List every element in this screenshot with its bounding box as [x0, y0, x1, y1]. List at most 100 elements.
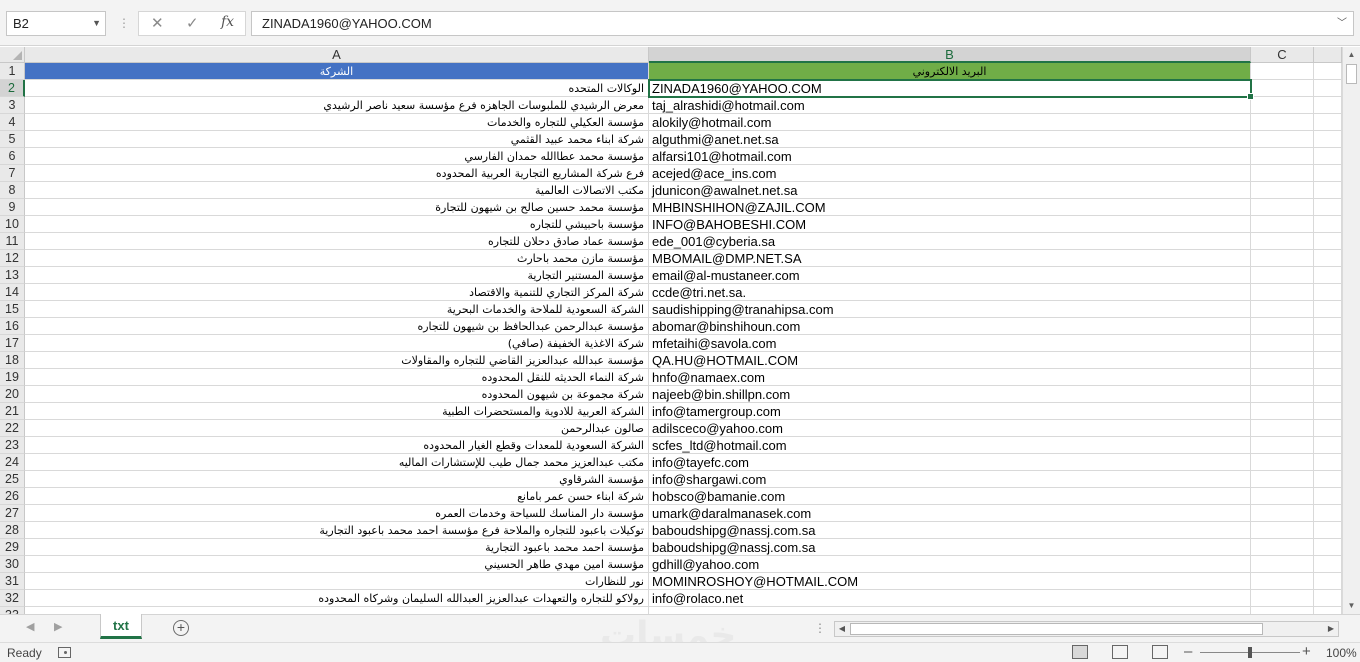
cell-company[interactable]: شركة النماء الحديثه للنقل المحدوده: [25, 369, 649, 386]
column-header-a[interactable]: A: [25, 47, 649, 63]
column-header-d[interactable]: [1314, 47, 1342, 63]
row-header[interactable]: 19: [0, 369, 25, 386]
cell-empty-c[interactable]: [1251, 420, 1314, 437]
formula-input[interactable]: ZINADA1960@YAHOO.COM ﹀: [251, 11, 1354, 36]
cell-empty-d[interactable]: [1314, 131, 1342, 148]
row-header[interactable]: 13: [0, 267, 25, 284]
cell-empty-d[interactable]: [1314, 539, 1342, 556]
cell-empty-c[interactable]: [1251, 114, 1314, 131]
vertical-scroll-thumb[interactable]: [1346, 64, 1357, 84]
row-header[interactable]: 18: [0, 352, 25, 369]
row-header[interactable]: 30: [0, 556, 25, 573]
cell-company[interactable]: مؤسسة احمد محمد باعبود التجارية: [25, 539, 649, 556]
row-header[interactable]: 31: [0, 573, 25, 590]
row-header[interactable]: 3: [0, 97, 25, 114]
cell-empty-c[interactable]: [1251, 233, 1314, 250]
cell-empty-c[interactable]: [1251, 488, 1314, 505]
cell-company[interactable]: شركة مجموعة بن شيهون المحدوده: [25, 386, 649, 403]
cell-company[interactable]: شركة ابناء حسن عمر بامانع: [25, 488, 649, 505]
row-header[interactable]: 17: [0, 335, 25, 352]
cell-company[interactable]: مؤسسة عبدالله عبدالعزيز القاضي للتجاره و…: [25, 352, 649, 369]
cell-empty-c[interactable]: [1251, 403, 1314, 420]
cell-empty-c[interactable]: [1251, 369, 1314, 386]
row-header[interactable]: 12: [0, 250, 25, 267]
cell-empty-d[interactable]: [1314, 505, 1342, 522]
horizontal-scrollbar[interactable]: ◀ ▶: [834, 621, 1339, 637]
cell-email[interactable]: MOMINROSHOY@HOTMAIL.COM: [649, 573, 1251, 590]
cell-email[interactable]: email@al-mustaneer.com: [649, 267, 1251, 284]
cell-company[interactable]: شركة الاغذية الخفيفة (صافي): [25, 335, 649, 352]
cell-empty-d[interactable]: [1314, 454, 1342, 471]
macro-record-icon[interactable]: [58, 647, 71, 658]
cell-empty-d[interactable]: [1314, 590, 1342, 607]
cell-empty-c[interactable]: [1251, 386, 1314, 403]
cancel-icon[interactable]: ✕: [151, 14, 164, 32]
row-header[interactable]: 24: [0, 454, 25, 471]
cell-company[interactable]: مؤسسة امين مهدي طاهر الحسيني: [25, 556, 649, 573]
cell-company[interactable]: مؤسسة عبدالرحمن عبدالحافظ بن شيهون للتجا…: [25, 318, 649, 335]
sheet-tab-txt[interactable]: txt: [100, 614, 142, 639]
cell-company[interactable]: مؤسسة باحبيشي للتجاره: [25, 216, 649, 233]
cell-company[interactable]: مكتب الاتصالات العالمية: [25, 182, 649, 199]
row-header[interactable]: 1: [0, 63, 25, 80]
row-header[interactable]: 25: [0, 471, 25, 488]
cell-company[interactable]: مؤسسة عماد صادق دحلان للتجاره: [25, 233, 649, 250]
row-header[interactable]: 22: [0, 420, 25, 437]
cell-empty-c[interactable]: [1251, 131, 1314, 148]
cell-empty-c[interactable]: [1251, 301, 1314, 318]
worksheet-grid[interactable]: A B C 1 الشركة البريد الالكتروني 2 الوكالات …: [0, 47, 1342, 614]
cell-empty-d[interactable]: [1314, 335, 1342, 352]
cell-empty-c[interactable]: [1251, 318, 1314, 335]
cell-empty-d[interactable]: [1314, 369, 1342, 386]
cell-email[interactable]: alokily@hotmail.com: [649, 114, 1251, 131]
cell-email[interactable]: alfarsi101@hotmail.com: [649, 148, 1251, 165]
cell-empty-c[interactable]: [1251, 97, 1314, 114]
cell-empty-c[interactable]: [1251, 437, 1314, 454]
cell-email[interactable]: alguthmi@anet.net.sa: [649, 131, 1251, 148]
cell-email[interactable]: QA.HU@HOTMAIL.COM: [649, 352, 1251, 369]
cell-empty-c[interactable]: [1251, 250, 1314, 267]
cell-company[interactable]: الشركة العربية للادوية والمستحضرات الطبي…: [25, 403, 649, 420]
row-header[interactable]: 26: [0, 488, 25, 505]
cell-empty-c[interactable]: [1251, 335, 1314, 352]
horizontal-scroll-thumb[interactable]: [850, 623, 1263, 635]
cell-email[interactable]: scfes_ltd@hotmail.com: [649, 437, 1251, 454]
zoom-in-button[interactable]: +: [1302, 643, 1311, 660]
add-sheet-icon[interactable]: +: [173, 620, 189, 636]
cell-email[interactable]: abomar@binshihoun.com: [649, 318, 1251, 335]
cell-empty-d[interactable]: [1314, 182, 1342, 199]
cell-company[interactable]: [25, 607, 649, 614]
cell-company[interactable]: مؤسسة دار المناسك للسياحة وخدمات العمره: [25, 505, 649, 522]
cell-email[interactable]: adilsceco@yahoo.com: [649, 420, 1251, 437]
cell-empty-d[interactable]: [1314, 403, 1342, 420]
cell-company[interactable]: مؤسسة مازن محمد باحارث: [25, 250, 649, 267]
row-header[interactable]: 28: [0, 522, 25, 539]
row-header[interactable]: 16: [0, 318, 25, 335]
cell-company[interactable]: الشركة: [25, 63, 649, 80]
cell-email[interactable]: info@tayefc.com: [649, 454, 1251, 471]
select-all-button[interactable]: [0, 47, 25, 63]
row-header[interactable]: 10: [0, 216, 25, 233]
row-header[interactable]: 4: [0, 114, 25, 131]
cell-email[interactable]: saudishipping@tranahipsa.com: [649, 301, 1251, 318]
cell-empty-c[interactable]: [1251, 284, 1314, 301]
name-box[interactable]: B2 ▼: [6, 11, 106, 36]
cell-empty-d[interactable]: [1314, 148, 1342, 165]
row-header[interactable]: 21: [0, 403, 25, 420]
cell-email[interactable]: ede_001@cyberia.sa: [649, 233, 1251, 250]
cell-company[interactable]: رولاكو للتجاره والتعهدات عبدالعزيز العبد…: [25, 590, 649, 607]
cell-empty-d[interactable]: [1314, 114, 1342, 131]
cell-email[interactable]: ccde@tri.net.sa.: [649, 284, 1251, 301]
cell-company[interactable]: مؤسسة العكيلي للتجاره والخدمات: [25, 114, 649, 131]
cell-email[interactable]: umark@daralmanasek.com: [649, 505, 1251, 522]
cell-empty-c[interactable]: [1251, 182, 1314, 199]
cell-empty-c[interactable]: [1251, 573, 1314, 590]
cell-empty-c[interactable]: [1251, 216, 1314, 233]
cell-company[interactable]: نور للنظارات: [25, 573, 649, 590]
cell-company[interactable]: مؤسسة محمد عطاالله حمدان الفارسي: [25, 148, 649, 165]
row-header[interactable]: 23: [0, 437, 25, 454]
cell-empty-d[interactable]: [1314, 420, 1342, 437]
cell-company[interactable]: فرع شركة المشاريع التجارية العربية المحد…: [25, 165, 649, 182]
cell-company[interactable]: شركة المركز التجاري للتنمية والاقتصاد: [25, 284, 649, 301]
cell-email[interactable]: acejed@ace_ins.com: [649, 165, 1251, 182]
